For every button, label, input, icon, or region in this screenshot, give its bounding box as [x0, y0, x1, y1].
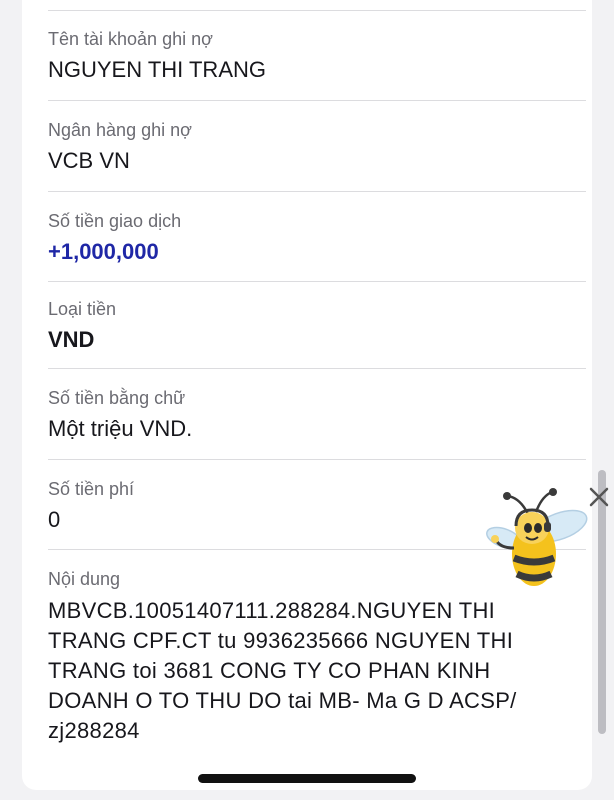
close-icon[interactable]: [584, 482, 614, 512]
field-value: NGUYEN THI TRANG: [48, 57, 266, 82]
field-value: VCB VN: [48, 148, 130, 173]
content-value: MBVCB.10051407111.288284.NGUYEN THI TRAN…: [48, 598, 517, 743]
field-amount-in-words: Số tiền bằng chữ Một triệu VND.: [48, 387, 586, 443]
field-value: Một triệu VND.: [48, 416, 193, 441]
home-indicator: [198, 774, 416, 783]
amount-value: +1,000,000: [48, 239, 159, 264]
field-label: Tên tài khoản ghi nợ: [48, 29, 213, 49]
divider: [48, 368, 586, 369]
transaction-detail-screen: Tên tài khoản ghi nợ NGUYEN THI TRANG Ng…: [0, 0, 614, 800]
field-debit-bank: Ngân hàng ghi nợ VCB VN: [48, 119, 586, 175]
divider: [48, 191, 586, 192]
divider: [48, 100, 586, 101]
field-content: Nội dung MBVCB.10051407111.288284.NGUYEN…: [48, 568, 586, 746]
transaction-detail-card: Tên tài khoản ghi nợ NGUYEN THI TRANG Ng…: [22, 0, 592, 790]
field-label: Số tiền bằng chữ: [48, 388, 186, 408]
divider: [48, 459, 586, 460]
divider: [48, 10, 586, 11]
field-label: Ngân hàng ghi nợ: [48, 120, 192, 140]
divider: [48, 281, 586, 282]
field-label: Loại tiền: [48, 299, 117, 319]
field-value: VND: [48, 327, 95, 352]
field-label: Số tiền giao dịch: [48, 211, 182, 231]
field-debit-account-name: Tên tài khoản ghi nợ NGUYEN THI TRANG: [48, 28, 586, 84]
field-transaction-amount: Số tiền giao dịch +1,000,000: [48, 210, 586, 266]
field-currency: Loại tiền VND: [48, 298, 586, 354]
